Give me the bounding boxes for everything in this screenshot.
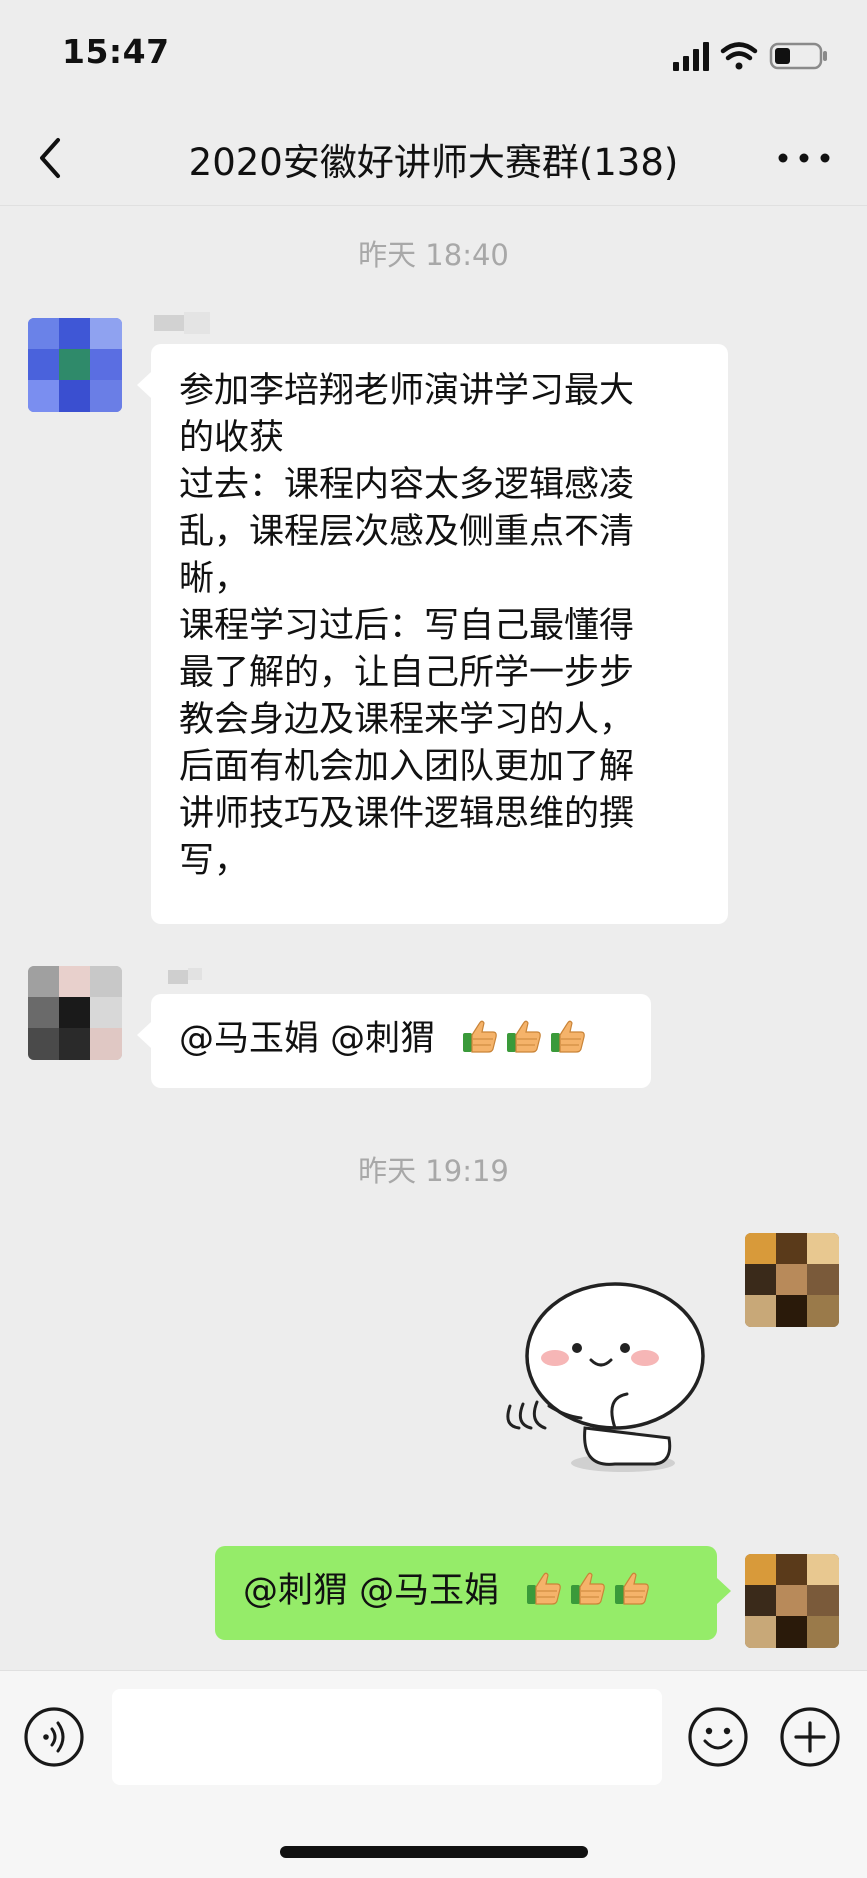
message-bubble[interactable]: 参加李培翔老师演讲学习最大 的收获 过去：课程内容太多逻辑感凌 乱，课程层次感及侧重点…	[137, 344, 728, 924]
status-bar: 15:47	[0, 0, 867, 110]
message-text: @马玉娟 @刺猬	[179, 1019, 436, 1059]
signal-icon	[673, 42, 709, 71]
thumbs-up-icon	[612, 1568, 652, 1608]
avatar[interactable]	[745, 1554, 839, 1648]
message-text: 参加李培翔老师演讲学习最大 的收获 过去：课程内容太多逻辑感凌 乱，课程层次感及侧重点…	[179, 371, 635, 881]
thumbs-up-icon	[524, 1568, 564, 1608]
sender-name	[168, 966, 204, 988]
status-icons	[673, 38, 833, 74]
sticker-message[interactable]	[505, 1278, 715, 1478]
timestamp: 昨天 19:19	[358, 1154, 509, 1188]
message-text: @刺猬 @马玉娟	[243, 1571, 500, 1611]
status-time: 15:47	[62, 32, 170, 71]
battery-icon	[769, 42, 827, 70]
message-input[interactable]	[112, 1689, 662, 1785]
wifi-icon	[720, 42, 758, 70]
chevron-left-icon	[40, 138, 60, 178]
avatar[interactable]	[28, 966, 122, 1060]
avatar[interactable]	[28, 318, 122, 412]
voice-button[interactable]	[22, 1705, 86, 1769]
voice-icon	[24, 1707, 84, 1767]
avatar[interactable]	[745, 1233, 839, 1327]
back-button[interactable]	[30, 128, 90, 188]
home-indicator	[280, 1846, 588, 1858]
waving-sticker	[506, 1282, 705, 1472]
plus-icon	[780, 1707, 840, 1767]
more-dots-icon	[778, 153, 830, 163]
message-bubble[interactable]: @马玉娟 @刺猬	[137, 994, 651, 1088]
more-button[interactable]	[769, 128, 839, 188]
nav-bar: 2020安徽好讲师大赛群(138)	[0, 110, 867, 206]
sender-name	[154, 312, 210, 334]
message-bubble[interactable]: @刺猬 @马玉娟	[215, 1546, 731, 1640]
thumbs-up-icon	[548, 1016, 588, 1056]
thumbs-up-icon	[460, 1016, 500, 1056]
thumbs-up-icon	[568, 1568, 608, 1608]
emoji-icon	[688, 1707, 748, 1767]
thumbs-up-icon	[504, 1016, 544, 1056]
chat-title: 2020安徽好讲师大赛群(138)	[188, 141, 679, 184]
emoji-button[interactable]	[686, 1705, 750, 1769]
timestamp: 昨天 18:40	[358, 238, 509, 272]
plus-button[interactable]	[778, 1705, 842, 1769]
